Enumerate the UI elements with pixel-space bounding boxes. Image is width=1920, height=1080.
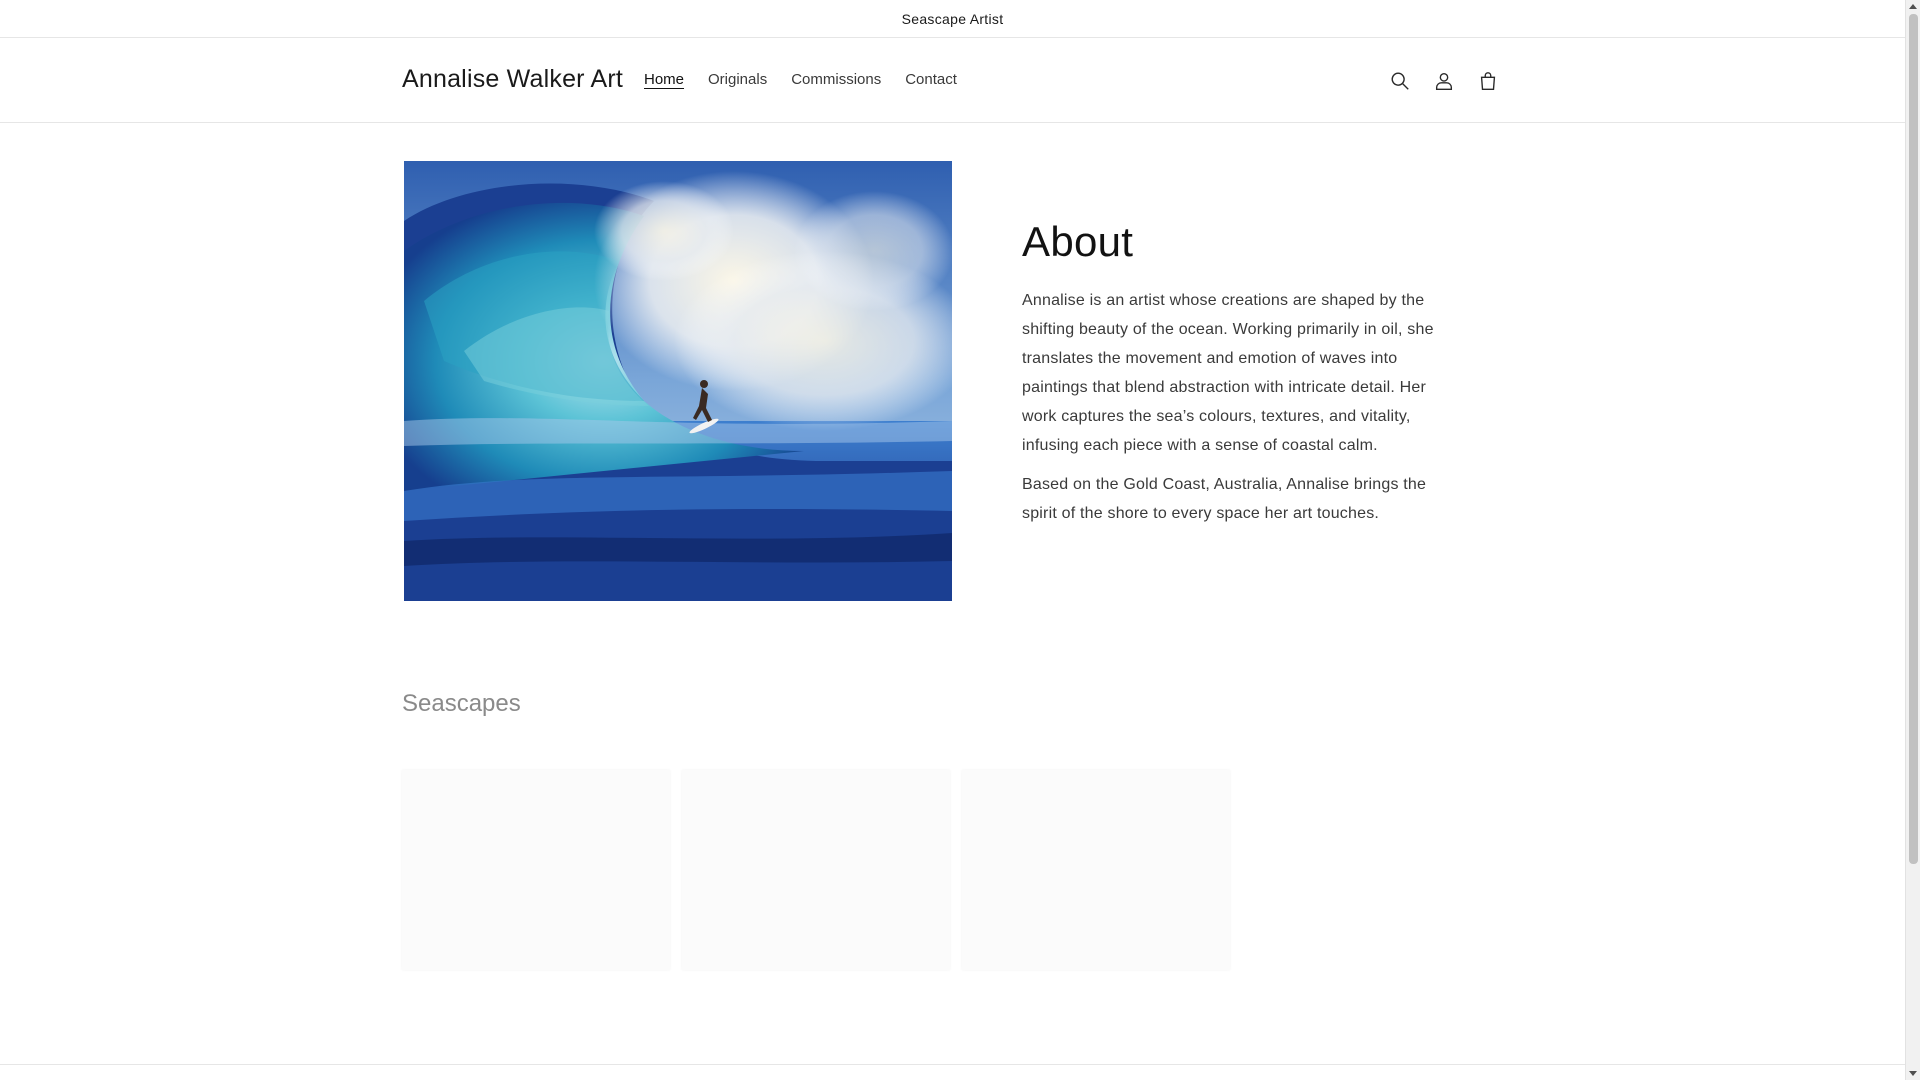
seascapes-title: Seascapes xyxy=(402,690,521,717)
seascape-card-placeholder[interactable] xyxy=(682,770,950,970)
nav-commissions[interactable]: Commissions xyxy=(779,69,893,91)
about-heading: About xyxy=(1022,218,1134,265)
cart-icon xyxy=(1480,72,1496,90)
search-button[interactable] xyxy=(1378,63,1422,99)
main-nav: Home Originals Commissions Contact xyxy=(632,69,969,91)
about-section: About Annalise is an artist whose creati… xyxy=(1022,218,1452,538)
footer-divider xyxy=(0,1064,1905,1065)
site-header: Annalise Walker Art Home Originals Commi… xyxy=(0,39,1905,123)
announcement-bar: Seascape Artist xyxy=(0,0,1905,38)
nav-contact[interactable]: Contact xyxy=(893,69,969,91)
seascape-card-placeholder[interactable] xyxy=(402,770,670,970)
about-paragraph-1: Annalise is an artist whose creations ar… xyxy=(1022,292,1434,454)
search-icon xyxy=(1391,72,1409,90)
announcement-text: Seascape Artist xyxy=(901,10,1004,27)
account-icon xyxy=(1435,72,1453,90)
scroll-up-icon[interactable] xyxy=(1909,4,1917,9)
nav-originals[interactable]: Originals xyxy=(696,69,779,91)
wave-painting-image xyxy=(404,161,952,601)
scrollbar-thumb[interactable] xyxy=(1909,14,1918,864)
about-paragraph-2: Based on the Gold Coast, Australia, Anna… xyxy=(1022,476,1427,522)
header-icons xyxy=(1378,63,1510,99)
scroll-down-icon[interactable] xyxy=(1909,1071,1917,1076)
nav-home[interactable]: Home xyxy=(632,69,696,91)
page: Seascape Artist Annalise Walker Art Home… xyxy=(0,0,1920,1080)
account-button[interactable] xyxy=(1422,63,1466,99)
site-logo[interactable]: Annalise Walker Art xyxy=(402,65,623,94)
seascape-card-placeholder[interactable] xyxy=(962,770,1230,970)
cart-button[interactable] xyxy=(1466,63,1510,99)
seascapes-grid xyxy=(402,770,1230,970)
wave-painting xyxy=(404,161,952,601)
page-scrollbar[interactable] xyxy=(1905,0,1920,1080)
